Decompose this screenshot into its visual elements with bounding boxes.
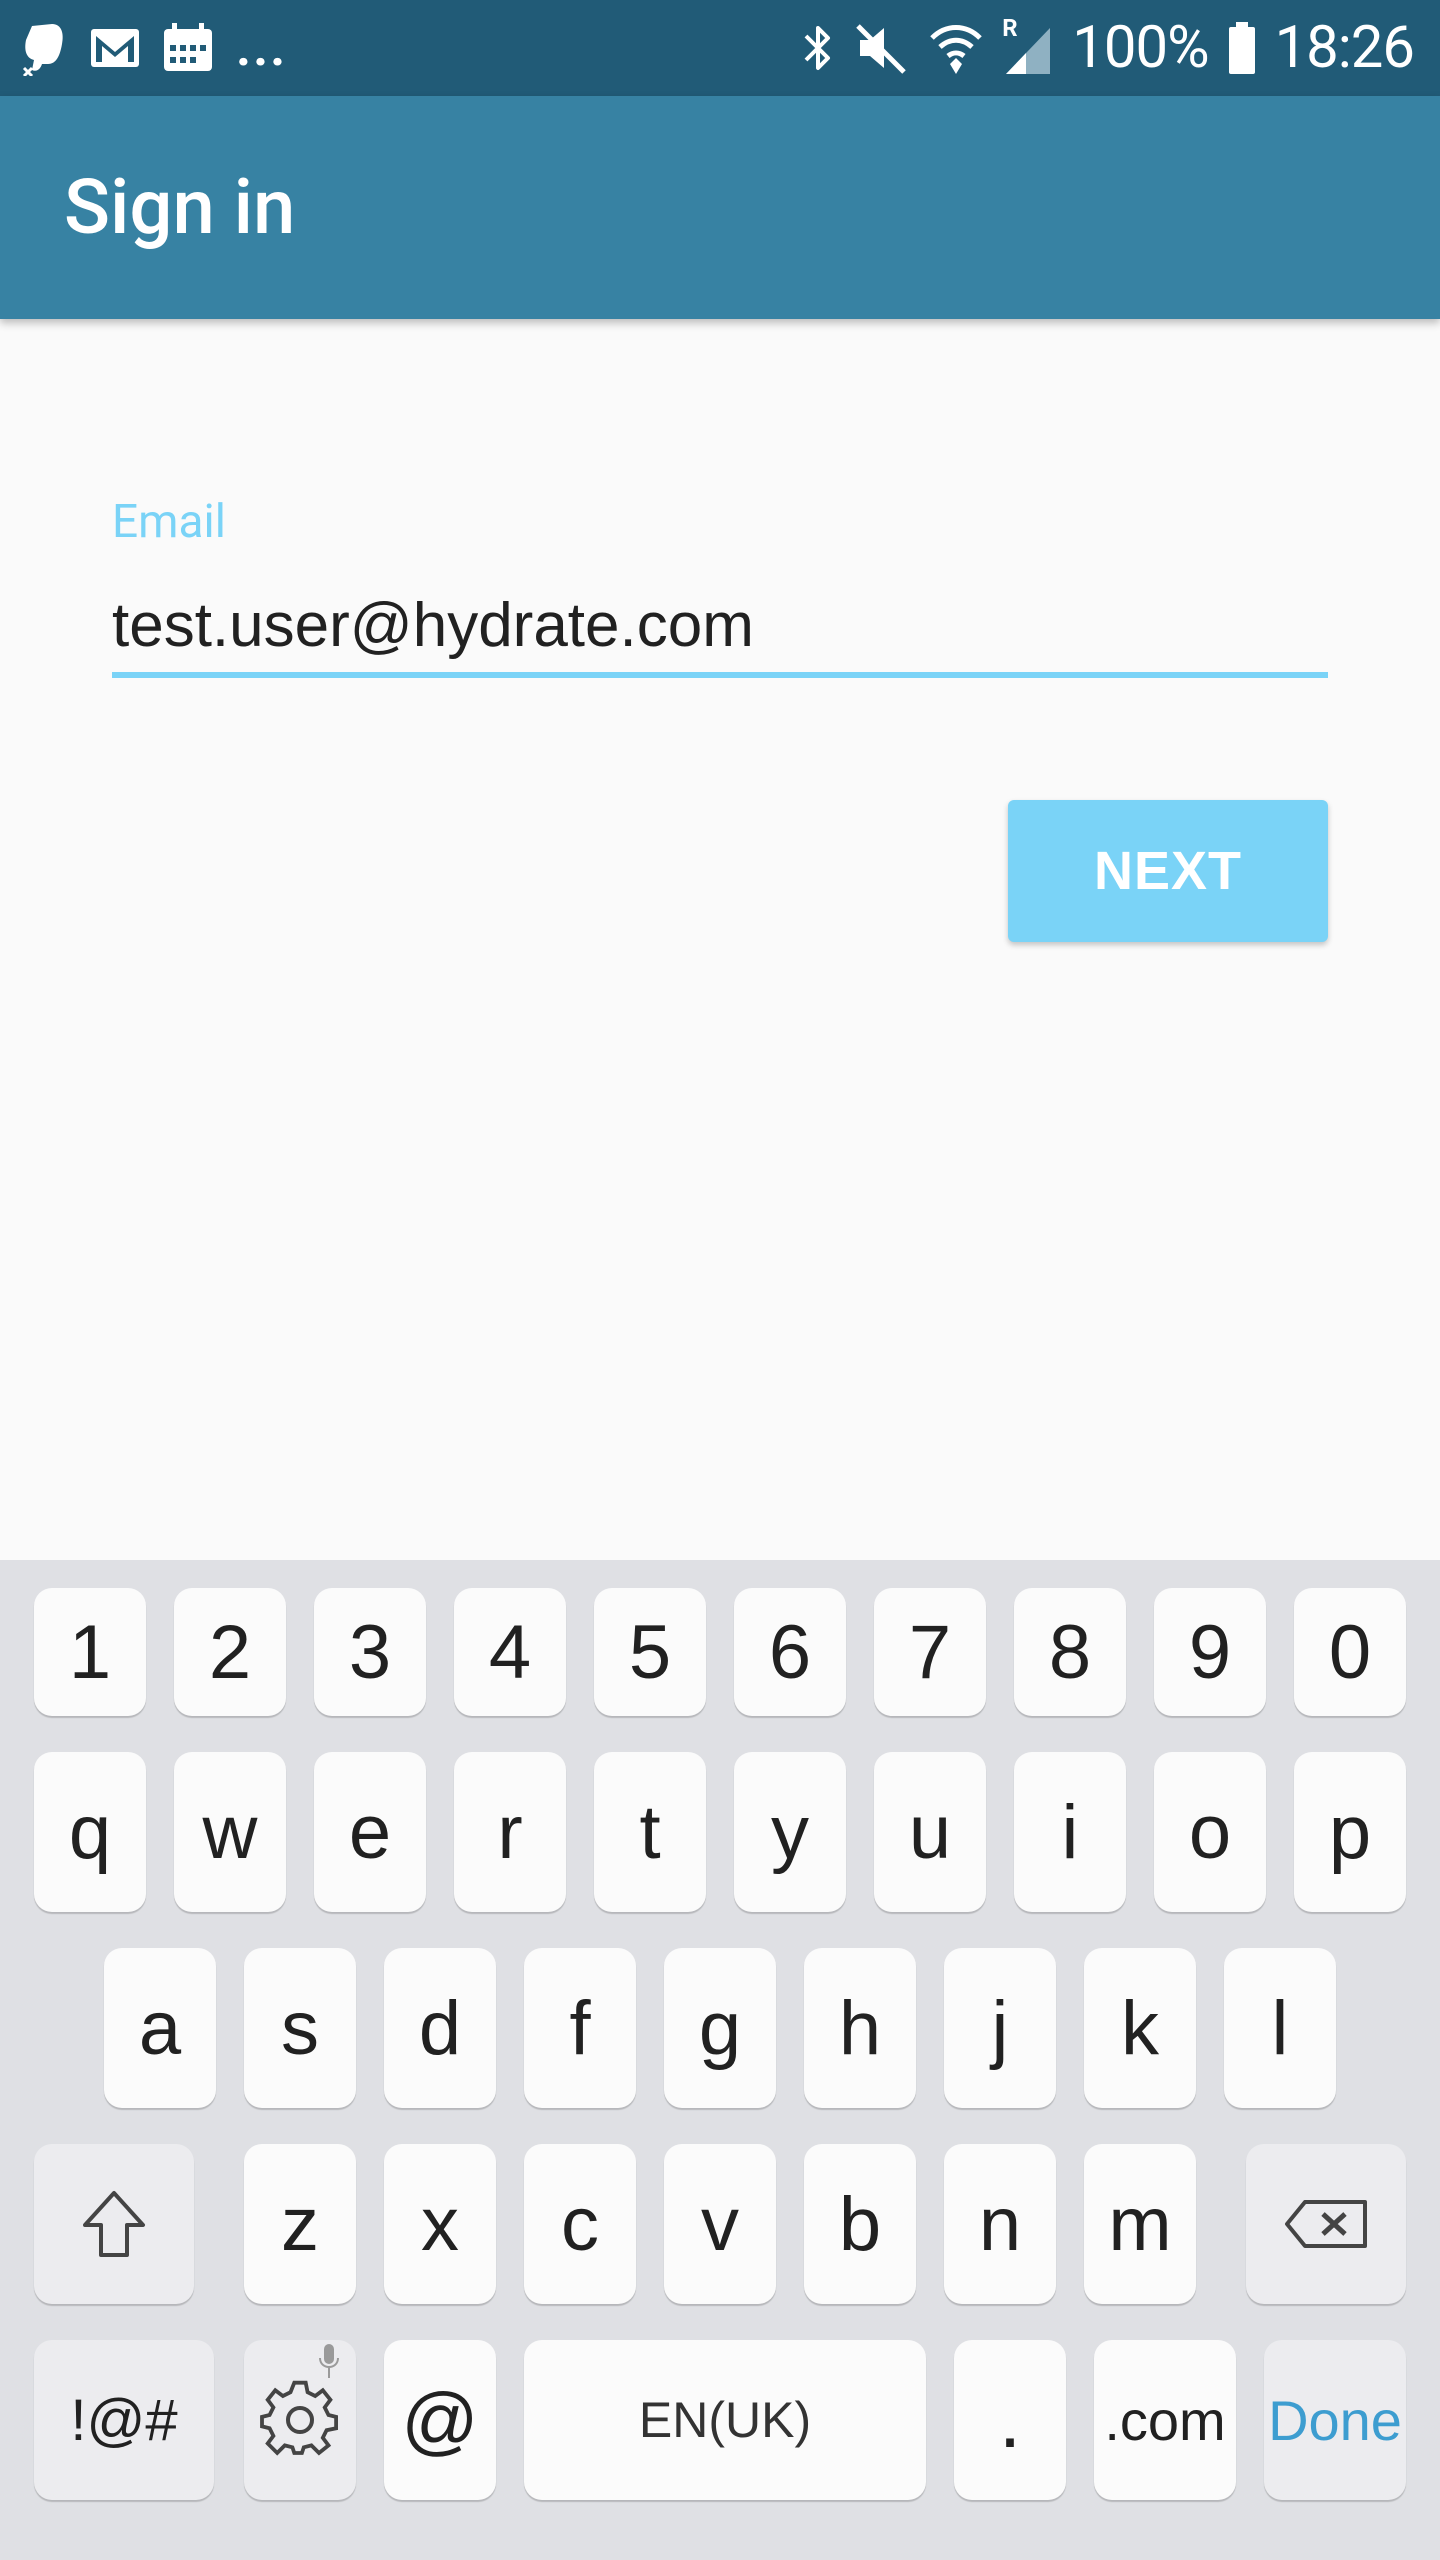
clock: 18:26 — [1274, 14, 1415, 82]
shift-key[interactable] — [34, 2144, 194, 2304]
app-bar: Sign in — [0, 96, 1440, 319]
key-v[interactable]: v — [664, 2144, 776, 2304]
email-field-underline — [112, 672, 1328, 678]
key-y[interactable]: y — [734, 1752, 846, 1912]
key-3[interactable]: 3 — [314, 1588, 426, 1716]
key-m[interactable]: m — [1084, 2144, 1196, 2304]
more-notifications-indicator: ... — [236, 17, 288, 78]
key-1[interactable]: 1 — [34, 1588, 146, 1716]
gmail-icon — [90, 28, 140, 68]
backspace-icon — [1285, 2200, 1367, 2248]
email-label: Email — [112, 495, 226, 549]
key-p[interactable]: p — [1294, 1752, 1406, 1912]
key-z[interactable]: z — [244, 2144, 356, 2304]
key-n[interactable]: n — [944, 2144, 1056, 2304]
wifi-icon — [928, 20, 984, 76]
key-s[interactable]: s — [244, 1948, 356, 2108]
key-l[interactable]: l — [1224, 1948, 1336, 2108]
done-key[interactable]: Done — [1264, 2340, 1406, 2500]
next-button[interactable]: NEXT — [1008, 800, 1328, 942]
key-5[interactable]: 5 — [594, 1588, 706, 1716]
done-label: Done — [1268, 2388, 1402, 2452]
key-f[interactable]: f — [524, 1948, 636, 2108]
key-x[interactable]: x — [384, 2144, 496, 2304]
roaming-indicator: R — [1002, 14, 1018, 42]
shift-icon — [83, 2191, 145, 2257]
email-field[interactable] — [112, 580, 1328, 670]
battery-percent: 100% — [1072, 14, 1209, 82]
backspace-key[interactable] — [1246, 2144, 1406, 2304]
key-2[interactable]: 2 — [174, 1588, 286, 1716]
key-u[interactable]: u — [874, 1752, 986, 1912]
key-a[interactable]: a — [104, 1948, 216, 2108]
key-0[interactable]: 0 — [1294, 1588, 1406, 1716]
key-g[interactable]: g — [664, 1948, 776, 2108]
key-d[interactable]: d — [384, 1948, 496, 2108]
soft-keyboard: 1 2 3 4 5 6 7 8 9 0 q w e r t y u i o p … — [0, 1560, 1440, 2560]
key-q[interactable]: q — [34, 1752, 146, 1912]
status-right-icons: R 100% 18:26 — [800, 0, 1415, 96]
key-7[interactable]: 7 — [874, 1588, 986, 1716]
key-t[interactable]: t — [594, 1752, 706, 1912]
status-left-icons: ... — [22, 0, 287, 96]
key-h[interactable]: h — [804, 1948, 916, 2108]
microphone-icon — [318, 2344, 340, 2385]
key-6[interactable]: 6 — [734, 1588, 846, 1716]
gear-icon — [260, 2380, 339, 2456]
bluetooth-icon — [800, 20, 836, 76]
key-r[interactable]: r — [454, 1752, 566, 1912]
dotcom-key[interactable]: .com — [1094, 2340, 1236, 2500]
mute-icon — [854, 20, 910, 76]
key-8[interactable]: 8 — [1014, 1588, 1126, 1716]
key-c[interactable]: c — [524, 2144, 636, 2304]
settings-key[interactable] — [244, 2340, 356, 2500]
space-key[interactable]: EN(UK) — [524, 2340, 926, 2500]
key-k[interactable]: k — [1084, 1948, 1196, 2108]
evernote-icon — [22, 20, 68, 76]
key-j[interactable]: j — [944, 1948, 1056, 2108]
key-9[interactable]: 9 — [1154, 1588, 1266, 1716]
key-i[interactable]: i — [1014, 1752, 1126, 1912]
key-o[interactable]: o — [1154, 1752, 1266, 1912]
calendar-icon — [162, 23, 214, 73]
key-b[interactable]: b — [804, 2144, 916, 2304]
symbols-key[interactable]: !@# — [34, 2340, 214, 2500]
key-w[interactable]: w — [174, 1752, 286, 1912]
signal-icon: R — [1002, 14, 1054, 76]
page-title: Sign in — [64, 162, 296, 252]
at-key[interactable]: @ — [384, 2340, 496, 2500]
battery-icon — [1227, 20, 1257, 76]
key-4[interactable]: 4 — [454, 1588, 566, 1716]
key-e[interactable]: e — [314, 1752, 426, 1912]
period-key[interactable]: . — [954, 2340, 1066, 2500]
status-bar: ... R 100% 18:26 — [0, 0, 1440, 96]
